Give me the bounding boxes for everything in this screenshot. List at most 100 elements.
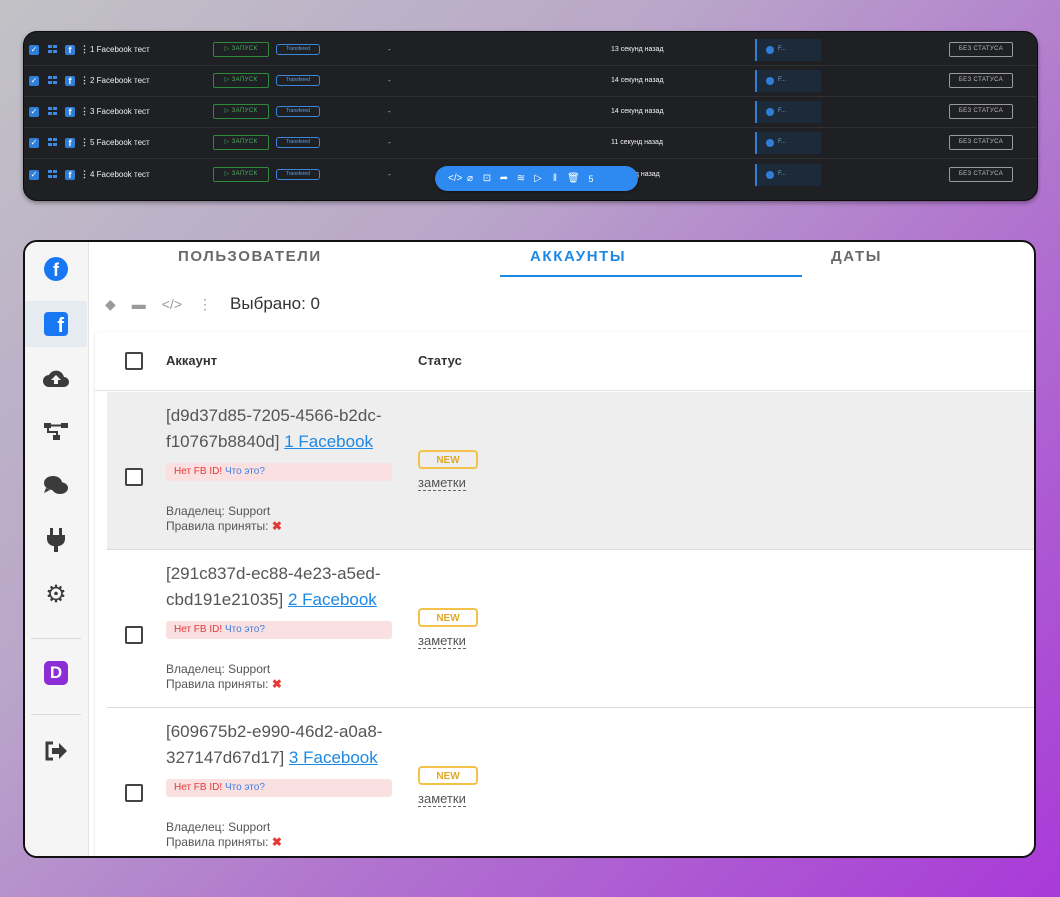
grid-icon[interactable] — [48, 170, 58, 179]
more-vertical-icon[interactable]: ⋮ — [80, 75, 89, 86]
profile-dot-icon — [766, 76, 774, 85]
account-link[interactable]: 3 Facebook — [289, 748, 378, 767]
sidebar-item-integrations[interactable] — [25, 517, 87, 563]
status-badge[interactable]: NEW — [418, 608, 478, 627]
table-row[interactable]: ✓ f ⋮ 5 Facebook тест ▷ ЗАПУСК Transfere… — [24, 127, 1037, 159]
profile-dot-icon — [766, 170, 774, 179]
status-badge[interactable]: NEW — [418, 450, 478, 469]
bulk-actions-toolbar: </> ⌀ ⊡ ➦ ≋ ▷ ǁ 🗑︎ 5 — [435, 166, 638, 191]
table-row[interactable]: ✓ f ⋮ 2 Facebook тест ▷ ЗАПУСК Transfere… — [24, 65, 1037, 97]
status-button[interactable]: БЕЗ СТАТУСА — [949, 104, 1013, 119]
more-vertical-icon[interactable]: ⋮ — [80, 169, 89, 180]
grid-icon[interactable] — [48, 76, 58, 85]
fb-profile-label: F... — [778, 107, 787, 114]
sidebar-divider — [31, 714, 81, 715]
fb-profile-chip[interactable]: F... — [755, 38, 821, 61]
archive-icon[interactable]: ▬ — [132, 296, 146, 312]
tag-icon[interactable]: ⌀ — [465, 173, 475, 184]
grid-icon[interactable] — [48, 107, 58, 116]
sidebar-item-logout[interactable] — [25, 728, 87, 774]
status-badge[interactable]: NEW — [418, 766, 478, 785]
account-name[interactable]: 4 Facebook тест — [90, 170, 150, 179]
account-name[interactable]: 5 Facebook тест — [90, 138, 150, 147]
account-link[interactable]: 2 Facebook — [288, 590, 377, 609]
status-button[interactable]: БЕЗ СТАТУСА — [949, 42, 1013, 57]
fb-profile-chip[interactable]: F... — [755, 69, 821, 92]
table-row[interactable]: ✓ f ⋮ 3 Facebook тест ▷ ЗАПУСК Transfere… — [24, 96, 1037, 128]
tag-icon[interactable]: ◆ — [105, 296, 116, 313]
sidebar-item-structure[interactable] — [25, 408, 87, 454]
what-is-this-link[interactable]: Что это? — [225, 782, 265, 793]
launch-button[interactable]: ▷ ЗАПУСК — [213, 135, 269, 150]
empty-cell: - — [388, 45, 391, 54]
fb-profile-chip[interactable]: F... — [755, 100, 821, 123]
row-checkbox[interactable] — [125, 468, 143, 486]
empty-cell: - — [388, 107, 391, 116]
what-is-this-link[interactable]: Что это? — [225, 624, 265, 635]
tab-dates[interactable]: ДАТЫ — [831, 248, 882, 265]
cross-icon: ✖ — [271, 835, 282, 849]
archive-icon[interactable]: ⊡ — [482, 173, 492, 184]
grid-icon[interactable] — [48, 138, 58, 147]
row-checkbox[interactable] — [125, 626, 143, 644]
launch-button[interactable]: ▷ ЗАПУСК — [213, 73, 269, 88]
sidebar-item-dolphin[interactable]: D — [25, 650, 87, 696]
wifi-icon[interactable]: ≋ — [516, 173, 526, 184]
notes-link[interactable]: заметки — [418, 791, 466, 807]
more-vertical-icon[interactable]: ⋮ — [80, 137, 89, 148]
sidebar-item-messages[interactable] — [25, 462, 87, 508]
tab-users[interactable]: ПОЛЬЗОВАТЕЛИ — [178, 248, 322, 265]
facebook-icon: f — [65, 106, 75, 117]
pause-icon[interactable]: ǁ — [550, 173, 560, 184]
row-checkbox[interactable]: ✓ — [29, 44, 39, 55]
grid-icon[interactable] — [48, 45, 58, 54]
plug-icon — [47, 528, 65, 552]
row-checkbox[interactable]: ✓ — [29, 169, 39, 180]
sidebar-item-facebook[interactable]: f — [25, 246, 87, 292]
sidebar-item-upload[interactable] — [25, 355, 87, 401]
play-icon[interactable]: ▷ — [533, 173, 543, 184]
trash-icon[interactable]: 🗑︎ — [567, 173, 580, 184]
table-row[interactable]: [609675b2-e990-46d2-a0a8-327147d67d17] 3… — [107, 708, 1034, 856]
owner-info: Владелец: Support Правила приняты: ✖ — [166, 820, 282, 850]
launch-button[interactable]: ▷ ЗАПУСК — [213, 167, 269, 182]
more-vertical-icon[interactable]: ⋮ — [198, 296, 212, 313]
account-name[interactable]: 1 Facebook тест — [90, 45, 150, 54]
launch-button[interactable]: ▷ ЗАПУСК — [213, 42, 269, 57]
more-vertical-icon[interactable]: ⋮ — [80, 44, 89, 55]
sidebar-item-settings[interactable]: ⚙ — [25, 572, 87, 618]
more-vertical-icon[interactable]: ⋮ — [80, 106, 89, 117]
status-button[interactable]: БЕЗ СТАТУСА — [949, 135, 1013, 150]
column-header-status[interactable]: Статус — [418, 353, 462, 368]
sidebar-item-facebook-accounts[interactable]: f — [25, 301, 87, 347]
row-checkbox[interactable]: ✓ — [29, 75, 39, 86]
rules-text: Правила приняты: — [166, 835, 269, 849]
table-row[interactable]: [291c837d-ec88-4e23-a5ed-cbd191e21035] 2… — [107, 550, 1034, 708]
fb-profile-chip[interactable]: F... — [755, 131, 821, 154]
row-checkbox[interactable]: ✓ — [29, 137, 39, 148]
code-icon[interactable]: </> — [162, 296, 182, 312]
row-checkbox[interactable] — [125, 784, 143, 802]
status-button[interactable]: БЕЗ СТАТУСА — [949, 73, 1013, 88]
status-button[interactable]: БЕЗ СТАТУСА — [949, 167, 1013, 182]
what-is-this-link[interactable]: Что это? — [225, 466, 265, 477]
table-row[interactable]: ✓ f ⋮ 1 Facebook тест ▷ ЗАПУСК Transfere… — [24, 34, 1037, 66]
code-icon[interactable]: </> — [448, 173, 462, 184]
share-icon[interactable]: ➦ — [499, 173, 509, 184]
select-all-checkbox[interactable] — [125, 352, 143, 370]
transferred-badge: Transfered — [276, 137, 320, 148]
fb-profile-label: F... — [778, 45, 787, 52]
notes-link[interactable]: заметки — [418, 475, 466, 491]
column-header-account[interactable]: Аккаунт — [166, 353, 217, 368]
account-name[interactable]: 3 Facebook тест — [90, 107, 150, 116]
launch-button[interactable]: ▷ ЗАПУСК — [213, 104, 269, 119]
fb-profile-chip[interactable]: F... — [755, 163, 821, 186]
tab-accounts[interactable]: АККАУНТЫ — [530, 248, 626, 265]
table-row[interactable]: [d9d37d85-7205-4566-b2dc-f10767b8840d] 1… — [107, 392, 1034, 550]
active-tab-indicator — [500, 275, 802, 277]
notes-link[interactable]: заметки — [418, 633, 466, 649]
row-checkbox[interactable]: ✓ — [29, 106, 39, 117]
account-link[interactable]: 1 Facebook — [284, 432, 373, 451]
no-fb-id-warning: Нет FB ID! Что это? — [166, 779, 392, 797]
account-name[interactable]: 2 Facebook тест — [90, 76, 150, 85]
